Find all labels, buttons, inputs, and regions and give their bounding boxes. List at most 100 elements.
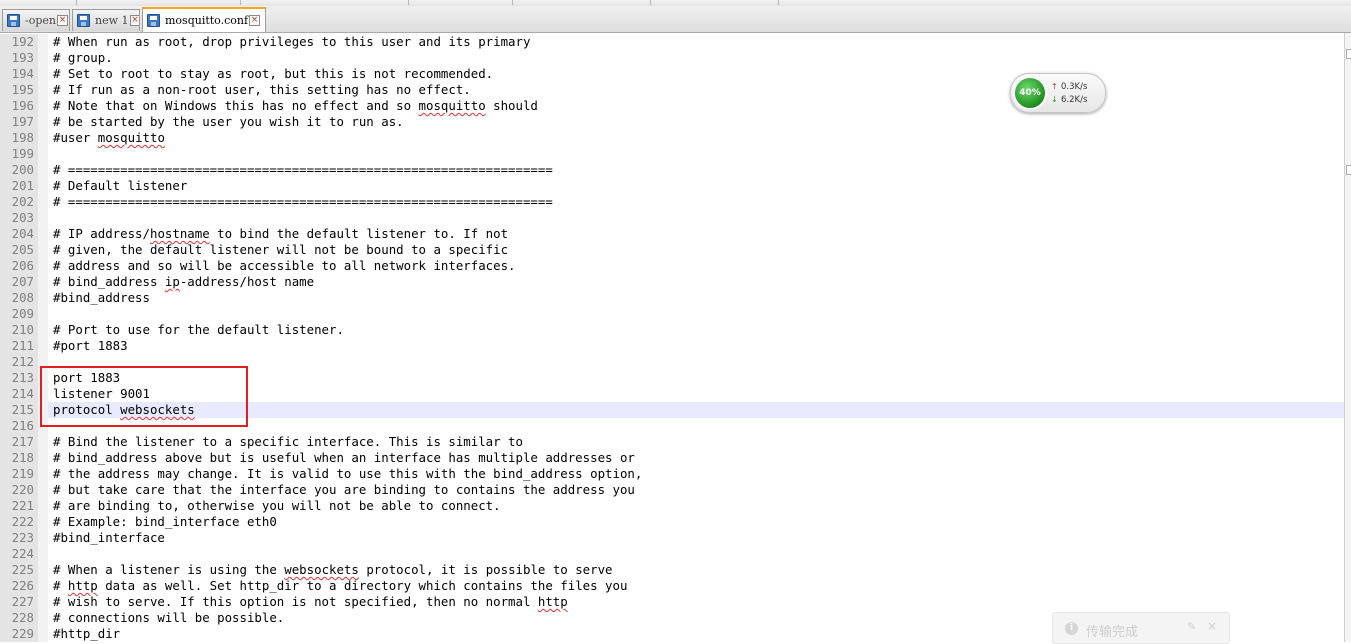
code-line[interactable]: 197 # be started by the user you wish it …	[0, 114, 1344, 130]
code-line[interactable]: 194 # Set to root to stay as root, but th…	[0, 66, 1344, 82]
code-line[interactable]: 220 # but take care that the interface yo…	[0, 482, 1344, 498]
code-text: # given, the default listener will not b…	[53, 242, 509, 257]
code-line[interactable]: 193 # group.	[0, 50, 1344, 66]
line-number: 200	[0, 162, 38, 178]
tab-label: mosquitto.conf	[165, 14, 249, 27]
line-number: 195	[0, 82, 38, 98]
code-line[interactable]: 225 # When a listener is using the websoc…	[0, 562, 1344, 578]
line-number: 208	[0, 290, 38, 306]
code-text: #bind_address	[53, 290, 150, 305]
fold-margin	[38, 274, 48, 290]
code-line[interactable]: 202 # ===================================…	[0, 194, 1344, 210]
code-text: # Example: bind_interface eth0	[53, 514, 277, 529]
code-line[interactable]: 198 #user mosquitto	[0, 130, 1344, 146]
fold-margin	[38, 242, 48, 258]
scroll-marker	[1346, 49, 1351, 59]
fold-margin	[38, 258, 48, 274]
code-line[interactable]: 208 #bind_address	[0, 290, 1344, 306]
fold-margin	[38, 82, 48, 98]
code-text: # ======================================…	[53, 162, 553, 177]
code-line[interactable]: 203	[0, 210, 1344, 226]
code-line[interactable]: 218 # bind_address above but is useful wh…	[0, 450, 1344, 466]
fold-margin	[38, 610, 48, 626]
fold-margin	[38, 130, 48, 146]
code-line[interactable]: 196 # Note that on Windows this has no ef…	[0, 98, 1344, 114]
close-icon[interactable]: ×	[129, 15, 139, 26]
code-line[interactable]: 195 # If run as a non-root user, this set…	[0, 82, 1344, 98]
upload-speed: 0.3K/s	[1061, 82, 1088, 92]
code-line[interactable]: 221 # are binding to, otherwise you will …	[0, 498, 1344, 514]
line-number: 205	[0, 242, 38, 258]
code-line[interactable]: 217 # Bind the listener to a specific int…	[0, 434, 1344, 450]
info-icon: i	[1065, 622, 1078, 635]
code-line[interactable]: 199	[0, 146, 1344, 162]
fold-margin	[38, 306, 48, 322]
code-text: # Note that on Windows this has no effec…	[53, 98, 538, 113]
code-line[interactable]: 192 # When run as root, drop privileges t…	[0, 34, 1344, 50]
line-number: 221	[0, 498, 38, 514]
tab-open[interactable]: -open ×	[2, 9, 70, 31]
tab-new-1[interactable]: new 1 ×	[72, 9, 140, 31]
line-number: 224	[0, 546, 38, 562]
fold-margin	[38, 546, 48, 562]
save-icon	[77, 14, 90, 27]
line-number: 198	[0, 130, 38, 146]
close-icon[interactable]: ×	[56, 15, 68, 26]
tab-mosquitto-conf[interactable]: mosquitto.conf ×	[142, 7, 266, 32]
line-number: 212	[0, 354, 38, 370]
code-line[interactable]: 210 # Port to use for the default listene…	[0, 322, 1344, 338]
highlight-box	[40, 366, 248, 427]
fold-margin	[38, 34, 48, 50]
fold-margin	[38, 290, 48, 306]
fold-margin	[38, 114, 48, 130]
code-line[interactable]: 227 # wish to serve. If this option is no…	[0, 594, 1344, 610]
code-line[interactable]: 205 # given, the default listener will no…	[0, 242, 1344, 258]
fold-margin	[38, 194, 48, 210]
line-number: 218	[0, 450, 38, 466]
fold-margin	[38, 98, 48, 114]
line-number: 225	[0, 562, 38, 578]
line-number: 207	[0, 274, 38, 290]
fold-margin	[38, 50, 48, 66]
line-number: 209	[0, 306, 38, 322]
line-number: 216	[0, 418, 38, 434]
toolbar-separator	[512, 0, 513, 5]
code-text: # the address may change. It is valid to…	[53, 466, 643, 481]
code-text: # Bind the listener to a specific interf…	[53, 434, 523, 449]
code-line[interactable]: 209	[0, 306, 1344, 322]
code-line[interactable]: 222 # Example: bind_interface eth0	[0, 514, 1344, 530]
line-number: 223	[0, 530, 38, 546]
code-line[interactable]: 200 # ===================================…	[0, 162, 1344, 178]
network-monitor-widget[interactable]: 40% ↑ 0.3K/s ↓ 6.2K/s	[1010, 73, 1106, 113]
code-line[interactable]: 204 # IP address/hostname to bind the def…	[0, 226, 1344, 242]
code-line[interactable]: 201 # Default listener	[0, 178, 1344, 194]
code-text: # When run as root, drop privileges to t…	[53, 34, 531, 49]
upload-speed-row: ↑ 0.3K/s	[1051, 82, 1087, 92]
line-number: 204	[0, 226, 38, 242]
code-line[interactable]: 207 # bind_address ip-address/host name	[0, 274, 1344, 290]
toast-message: 传输完成	[1086, 625, 1139, 640]
code-editor[interactable]: 192 # When run as root, drop privileges t…	[0, 33, 1344, 642]
close-icon[interactable]: ×	[249, 15, 261, 26]
code-text: #bind_interface	[53, 530, 165, 545]
line-number: 196	[0, 98, 38, 114]
vertical-scrollbar[interactable]	[1344, 33, 1351, 642]
code-line[interactable]: 226 # http data as well. Set http_dir to …	[0, 578, 1344, 594]
pin-icon[interactable]: ✎	[1187, 620, 1196, 633]
code-text: #http_dir	[53, 626, 121, 641]
code-line[interactable]: 219 # the address may change. It is valid…	[0, 466, 1344, 482]
tab-bar: -open × new 1 × mosquitto.conf ×	[0, 6, 1351, 33]
code-line[interactable]: 223 #bind_interface	[0, 530, 1344, 546]
fold-margin	[38, 498, 48, 514]
code-line[interactable]: 206 # address and so will be accessible t…	[0, 258, 1344, 274]
code-line[interactable]: 224	[0, 546, 1344, 562]
close-icon[interactable]: ×	[1207, 619, 1217, 633]
fold-margin	[38, 66, 48, 82]
code-text: # If run as a non-root user, this settin…	[53, 82, 471, 97]
code-line[interactable]: 211 #port 1883	[0, 338, 1344, 354]
fold-margin	[38, 562, 48, 578]
arrow-up-icon: ↑	[1051, 82, 1058, 91]
code-text: # address and so will be accessible to a…	[53, 258, 516, 273]
fold-margin	[38, 450, 48, 466]
code-text: # wish to serve. If this option is not s…	[53, 594, 568, 609]
